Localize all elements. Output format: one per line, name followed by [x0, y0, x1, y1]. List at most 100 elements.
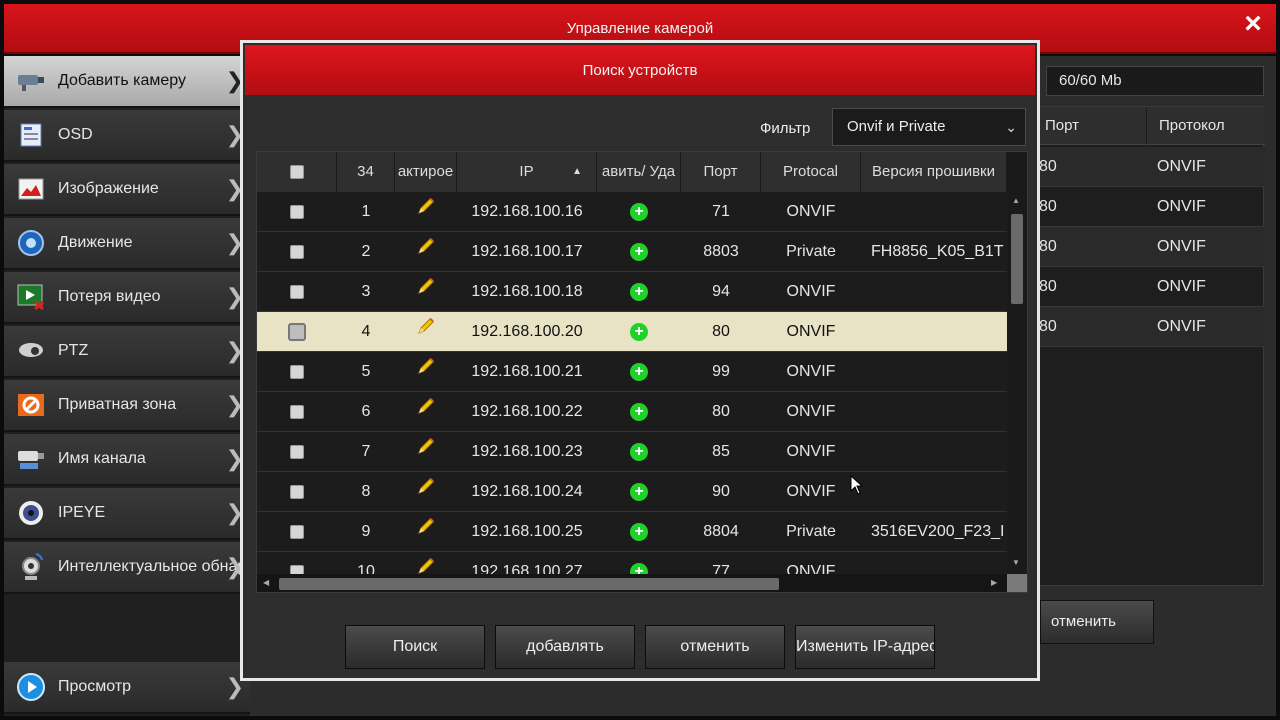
sidebar-item-ptz[interactable]: PTZ ❯: [4, 326, 250, 378]
table-row[interactable]: 8 192.168.100.24 +90 ONVIF: [257, 472, 1007, 512]
add-icon[interactable]: +: [630, 282, 648, 301]
bg-protocol: ONVIF: [1157, 318, 1206, 335]
sidebar-item-label: IPEYE: [58, 504, 106, 521]
device-search-dialog: Поиск устройств Фильтр Onvif и Private ⌄…: [240, 40, 1040, 681]
vertical-scrollbar[interactable]: ▲ ▼: [1007, 192, 1027, 592]
pencil-icon[interactable]: [416, 472, 436, 512]
bg-protocol: ONVIF: [1157, 198, 1206, 215]
table-row[interactable]: 3 192.168.100.18 +94 ONVIF: [257, 272, 1007, 312]
sidebar-item-osd[interactable]: OSD ❯: [4, 110, 250, 162]
add-icon[interactable]: +: [630, 322, 648, 341]
add-icon[interactable]: +: [630, 402, 648, 421]
pencil-icon[interactable]: [416, 232, 436, 272]
row-edit-cell: [395, 272, 457, 312]
row-add-cell: +: [597, 192, 681, 232]
row-number: 9: [361, 523, 371, 540]
row-number: 5: [361, 363, 371, 380]
row-edit-cell: [395, 392, 457, 432]
add-icon[interactable]: +: [630, 202, 648, 221]
scroll-right-icon[interactable]: ▶: [991, 578, 997, 587]
add-icon[interactable]: +: [630, 482, 648, 501]
row-checkbox[interactable]: [290, 404, 304, 419]
close-icon[interactable]: ×: [1238, 9, 1268, 40]
horizontal-scroll-thumb[interactable]: [279, 578, 779, 590]
bg-table-row[interactable]: 80 ONVIF: [1037, 227, 1265, 267]
pencil-icon[interactable]: [416, 312, 436, 352]
scroll-corner: [1007, 574, 1027, 592]
sidebar-item-image[interactable]: Изображение ❯: [4, 164, 250, 216]
scroll-up-icon[interactable]: ▲: [1012, 196, 1020, 205]
storage-info: 60/60 Mb: [1046, 66, 1264, 96]
row-add-cell: +: [597, 352, 681, 392]
row-ip: 192.168.100.23: [471, 443, 583, 460]
add-icon[interactable]: +: [630, 242, 648, 261]
bg-table-row[interactable]: 80 ONVIF: [1037, 307, 1265, 347]
row-number: 6: [361, 403, 371, 420]
sidebar-item-camera-add[interactable]: Добавить камеру ❯: [4, 56, 250, 108]
table-row[interactable]: 6 192.168.100.22 +80 ONVIF: [257, 392, 1007, 432]
scroll-left-icon[interactable]: ◀: [263, 578, 269, 587]
row-edit-cell: [395, 512, 457, 552]
row-protocol: Private: [786, 523, 836, 540]
table-row[interactable]: 4 192.168.100.20 +80 ONVIF: [257, 312, 1007, 352]
pencil-icon[interactable]: [416, 432, 436, 472]
table-row[interactable]: 2 192.168.100.17 +8803 Private FH8856_K05_B1…: [257, 232, 1007, 272]
table-row[interactable]: 9 192.168.100.25 +8804 Private 3516EV200_F23…: [257, 512, 1007, 552]
window-title: Управление камерой: [566, 20, 714, 37]
filter-select[interactable]: Onvif и Private ⌄: [832, 108, 1026, 146]
sidebar-item-motion[interactable]: Движение ❯: [4, 218, 250, 270]
bg-cancel-button[interactable]: отменить: [1040, 600, 1154, 644]
search-button[interactable]: Поиск: [345, 625, 485, 669]
row-checkbox[interactable]: [290, 244, 304, 259]
pencil-icon[interactable]: [416, 392, 436, 432]
bg-protocol: ONVIF: [1157, 238, 1206, 255]
pencil-icon[interactable]: [416, 192, 436, 232]
row-checkbox[interactable]: [290, 204, 304, 219]
row-firmware: [861, 432, 1007, 472]
table-row[interactable]: 5 192.168.100.21 +99 ONVIF: [257, 352, 1007, 392]
bg-port: 80: [1039, 238, 1057, 255]
row-checkbox[interactable]: [290, 364, 304, 379]
sidebar-item-ipeye[interactable]: IPEYE ❯: [4, 488, 250, 540]
pencil-icon[interactable]: [416, 512, 436, 552]
sidebar-item-preview[interactable]: Просмотр ❯: [4, 662, 250, 714]
bg-table-row[interactable]: 80 ONVIF: [1037, 187, 1265, 227]
row-checkbox[interactable]: [290, 484, 304, 499]
header-ip[interactable]: IP ▲: [457, 152, 597, 192]
sidebar-item-video-loss[interactable]: Потеря видео ❯: [4, 272, 250, 324]
row-checkbox[interactable]: [290, 284, 304, 299]
header-select-all[interactable]: [257, 152, 337, 192]
sidebar-item-label: PTZ: [58, 342, 89, 359]
row-add-cell: +: [597, 392, 681, 432]
add-icon[interactable]: +: [630, 522, 648, 541]
horizontal-scrollbar[interactable]: ◀ ▶: [257, 574, 1007, 592]
vertical-scroll-thumb[interactable]: [1011, 214, 1023, 304]
add-icon[interactable]: +: [630, 442, 648, 461]
cancel-button[interactable]: отменить: [645, 625, 785, 669]
row-checkbox[interactable]: [288, 322, 306, 341]
row-add-cell: +: [597, 432, 681, 472]
bg-table-row[interactable]: 80 ONVIF: [1037, 147, 1265, 187]
table-row[interactable]: 1 192.168.100.16 +71 ONVIF: [257, 192, 1007, 232]
sidebar-item-smart-detection[interactable]: Интеллектуальное обнаружение❯: [4, 542, 250, 594]
select-all-checkbox[interactable]: [289, 165, 304, 180]
row-add-cell: +: [597, 312, 681, 352]
pencil-icon[interactable]: [416, 352, 436, 392]
bg-table-row[interactable]: 80 ONVIF: [1037, 267, 1265, 307]
sidebar-item-privacy-zone[interactable]: Приватная зона ❯: [4, 380, 250, 432]
table-row[interactable]: 7 192.168.100.23 +85 ONVIF: [257, 432, 1007, 472]
row-firmware: [861, 312, 1007, 352]
add-button[interactable]: добавлять: [495, 625, 635, 669]
row-checkbox[interactable]: [290, 444, 304, 459]
header-port: Порт: [681, 152, 761, 192]
row-port: 71: [712, 203, 730, 220]
pencil-icon[interactable]: [416, 272, 436, 312]
change-ip-button[interactable]: Изменить IP-адрес: [795, 625, 935, 669]
sidebar-item-channel-name[interactable]: Имя канала ❯: [4, 434, 250, 486]
add-icon[interactable]: +: [630, 362, 648, 381]
row-ip: 192.168.100.21: [471, 363, 583, 380]
privacy-zone-icon: [16, 390, 46, 420]
device-table: 34 актирое IP ▲ авить/ Уда Порт Protocal…: [256, 151, 1028, 593]
row-checkbox[interactable]: [290, 524, 304, 539]
scroll-down-icon[interactable]: ▼: [1012, 558, 1020, 567]
